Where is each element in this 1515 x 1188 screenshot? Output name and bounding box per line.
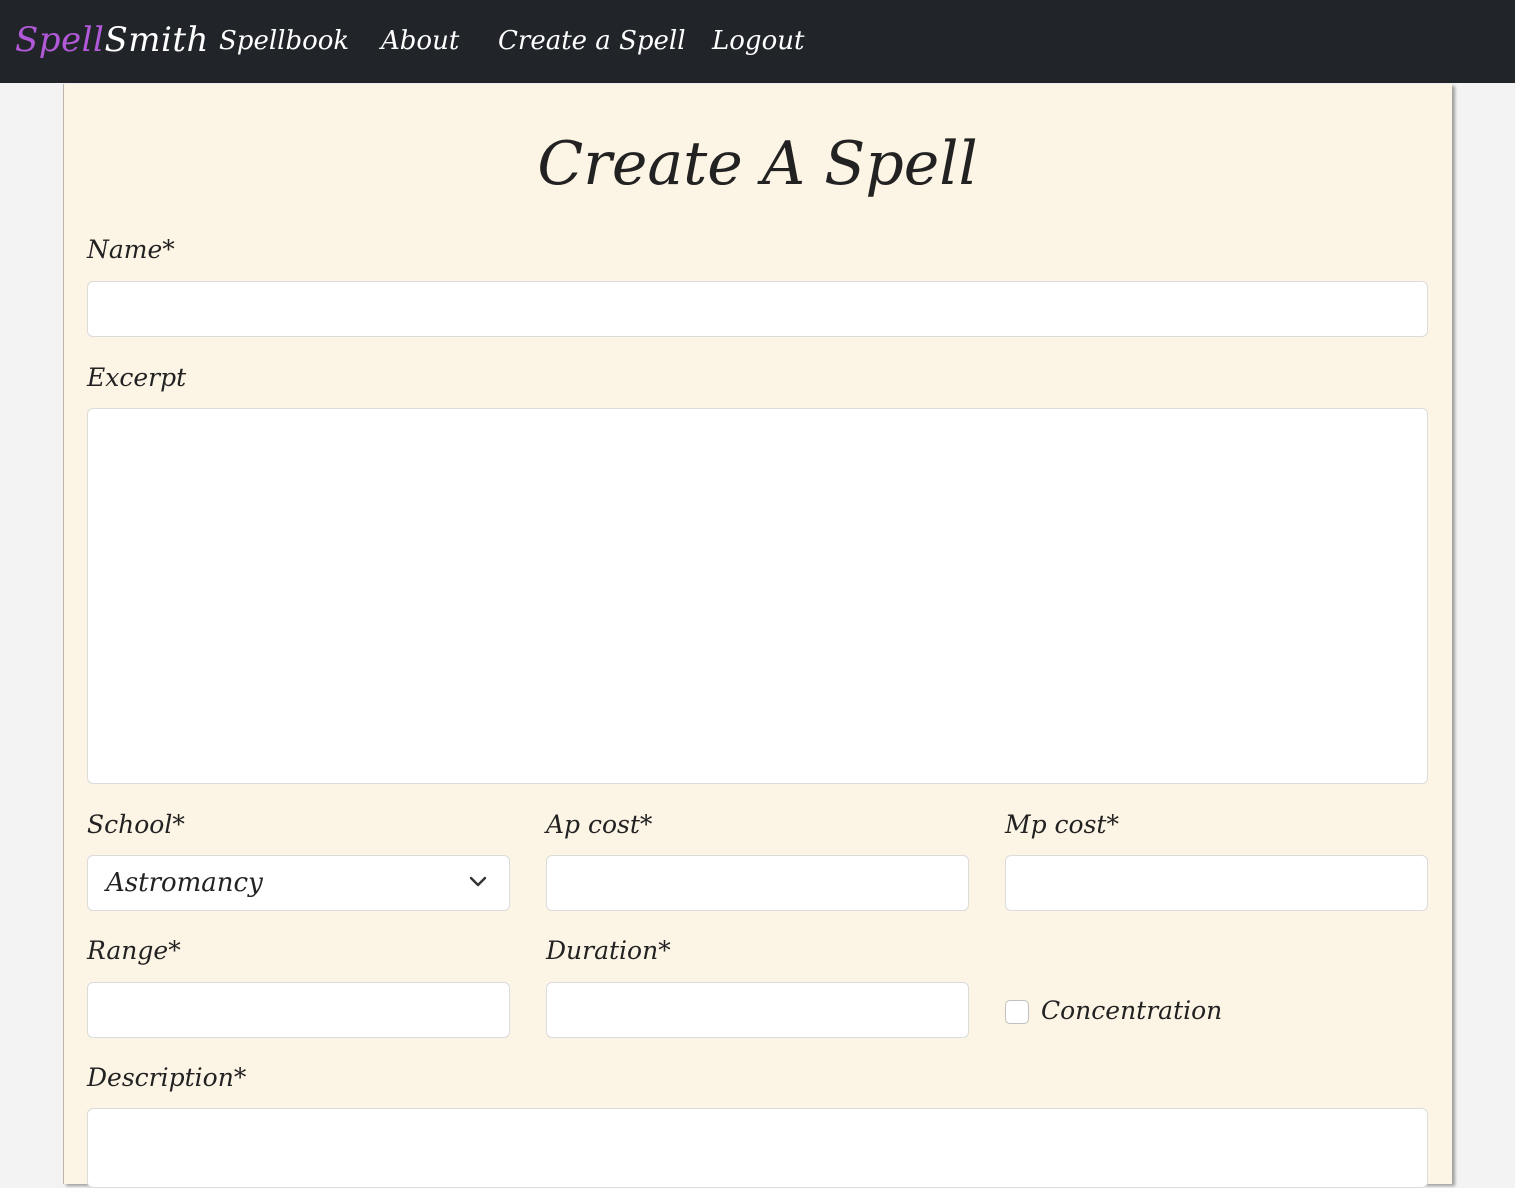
description-textarea[interactable] bbox=[87, 1108, 1428, 1188]
concentration-checkbox[interactable] bbox=[1005, 1000, 1029, 1024]
duration-input[interactable] bbox=[546, 982, 969, 1038]
school-select[interactable]: Astromancy bbox=[87, 855, 510, 911]
top-navbar: SpellSmith Spellbook About Create a Spel… bbox=[0, 0, 1515, 83]
school-selected-value: Astromancy bbox=[106, 868, 263, 898]
ap-cost-label: Ap cost* bbox=[546, 810, 653, 839]
range-input[interactable] bbox=[87, 982, 510, 1038]
mp-cost-input[interactable] bbox=[1005, 855, 1428, 911]
nav-link-spellbook[interactable]: Spellbook bbox=[219, 24, 349, 58]
name-label: Name* bbox=[87, 235, 175, 264]
brand-smith-text: Smith bbox=[104, 20, 209, 60]
nav-link-logout[interactable]: Logout bbox=[712, 24, 804, 58]
brand-spell-text: Spell bbox=[15, 20, 105, 60]
mp-cost-label: Mp cost* bbox=[1005, 810, 1119, 839]
range-label: Range* bbox=[87, 936, 181, 965]
description-label: Description* bbox=[87, 1063, 247, 1092]
ap-cost-input[interactable] bbox=[546, 855, 969, 911]
excerpt-label: Excerpt bbox=[87, 363, 187, 392]
duration-label: Duration* bbox=[546, 936, 671, 965]
nav-link-about[interactable]: About bbox=[381, 24, 459, 58]
name-input[interactable] bbox=[87, 281, 1428, 337]
page-title: Create A Spell bbox=[537, 129, 978, 199]
chevron-down-icon bbox=[469, 876, 487, 887]
school-label: School* bbox=[87, 810, 185, 839]
concentration-label[interactable]: Concentration bbox=[1041, 995, 1222, 1027]
nav-link-create-spell[interactable]: Create a Spell bbox=[498, 24, 686, 58]
excerpt-textarea[interactable] bbox=[87, 408, 1428, 784]
brand-logo[interactable]: SpellSmith bbox=[15, 18, 209, 62]
